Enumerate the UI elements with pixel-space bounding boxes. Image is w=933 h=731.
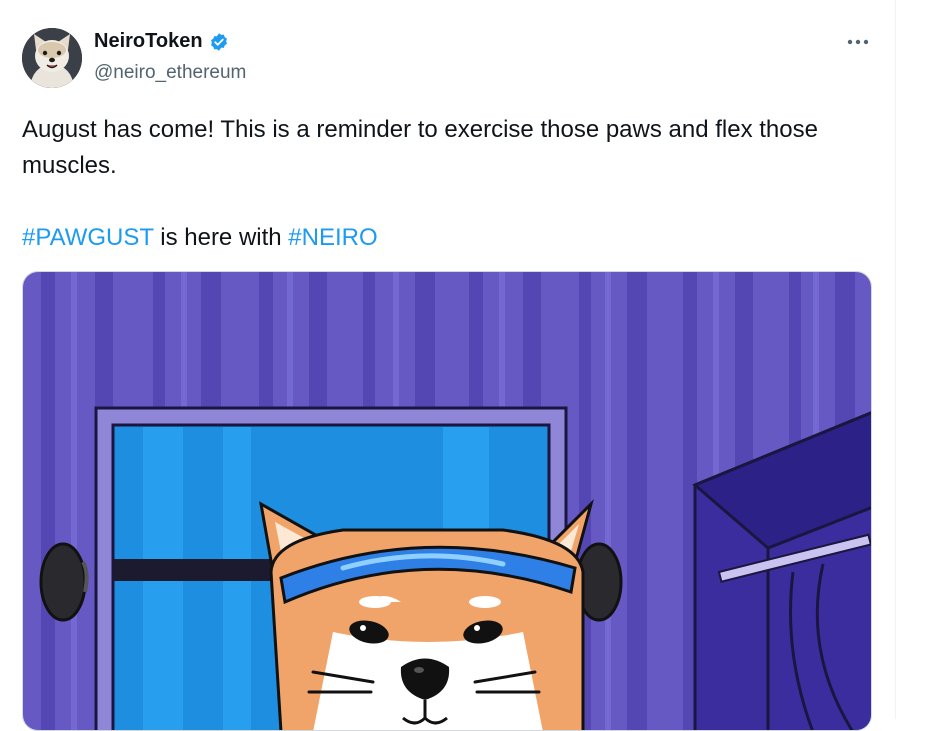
shiba-headband-gym-illustration-icon	[23, 272, 871, 730]
author-name-row: NeiroToken	[94, 30, 229, 53]
tweet-text-middle: is here with	[153, 224, 289, 251]
column-divider	[895, 0, 896, 719]
verified-badge-icon	[209, 32, 229, 52]
more-horizontal-icon[interactable]	[845, 32, 871, 52]
avatar[interactable]	[22, 28, 82, 88]
tweet-hashtag-line: #PAWGUST is here with #NEIRO	[22, 220, 862, 256]
tweet-text-line: August has come! This is a reminder to e…	[22, 116, 818, 179]
tweet-media-image[interactable]	[22, 271, 872, 731]
author-display-name[interactable]: NeiroToken	[94, 30, 203, 53]
tweet-text: August has come! This is a reminder to e…	[22, 112, 862, 256]
author-handle[interactable]: @neiro_ethereum	[94, 62, 246, 84]
hashtag-link-pawgust[interactable]: #PAWGUST	[22, 224, 154, 251]
shiba-dog-avatar-icon	[22, 28, 82, 88]
hashtag-link-neiro[interactable]: #NEIRO	[288, 224, 377, 251]
